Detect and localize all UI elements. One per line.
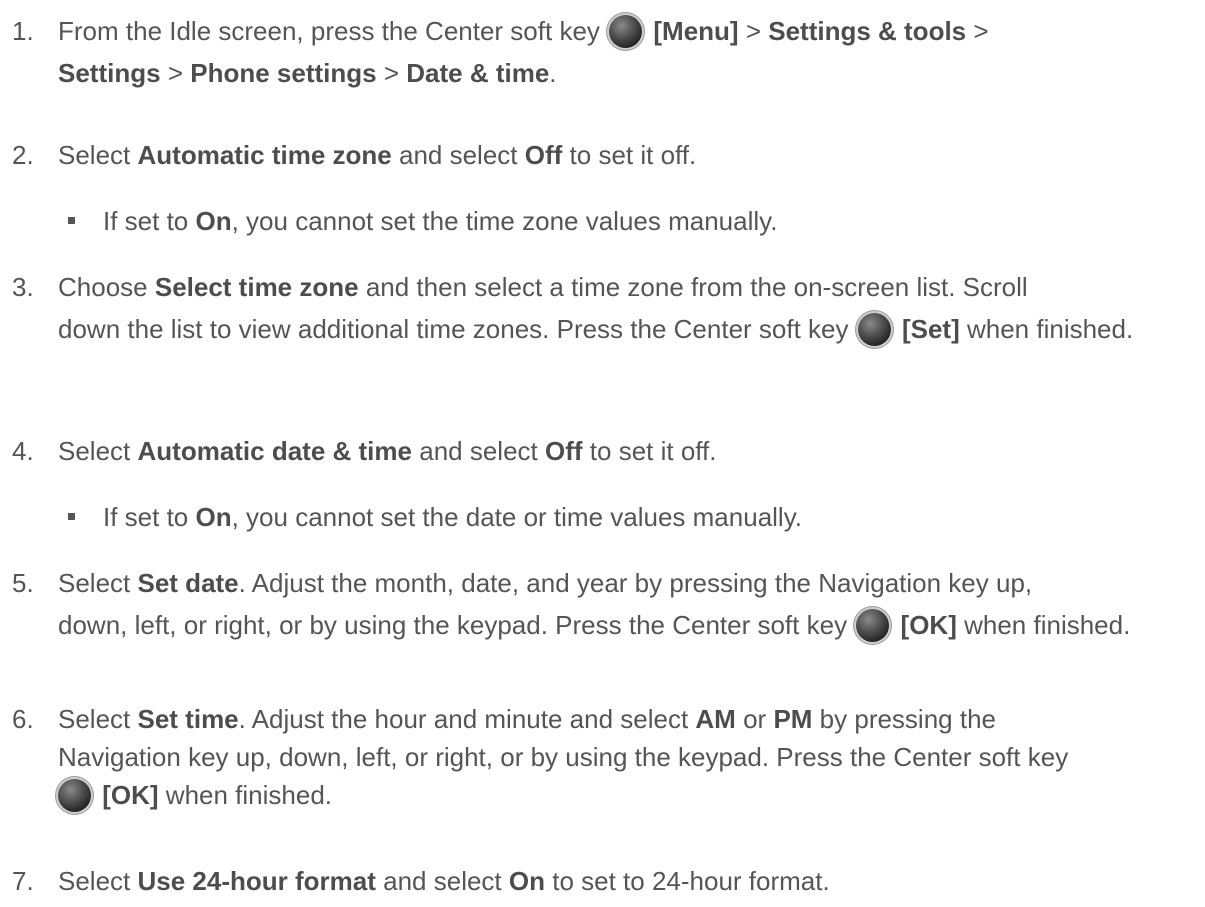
step-number: 3. <box>12 272 34 302</box>
menu-path-item: Settings & tools <box>768 16 967 46</box>
instructions-document: 1. From the Idle screen, press the Cente… <box>0 0 1205 907</box>
separator: > <box>383 58 400 88</box>
step-text: Select Automatic time zone and select Of… <box>58 134 1187 176</box>
option-name: Use 24-hour format <box>137 866 376 896</box>
option-value: PM <box>773 704 813 734</box>
option-name: Automatic time zone <box>137 140 392 170</box>
step-2: 2. Select Automatic time zone and select… <box>12 134 1187 176</box>
step-number: 7. <box>12 866 34 896</box>
text-segment: From the Idle screen, press the Center s… <box>58 16 600 46</box>
separator: > <box>745 16 761 46</box>
text-segment: . <box>549 58 557 88</box>
separator: > <box>973 16 989 46</box>
text-segment: Select <box>58 704 131 734</box>
text-segment: down the list to view additional time zo… <box>58 314 849 344</box>
text-segment: when finished. <box>165 780 333 810</box>
center-soft-key-icon <box>857 313 891 346</box>
step-3: 3. Choose Select time zone and then sele… <box>12 266 1187 350</box>
text-segment: Select <box>58 436 131 466</box>
text-segment: . Adjust the month, date, and year by pr… <box>238 568 1033 598</box>
menu-path-item: Phone settings <box>190 58 377 88</box>
menu-path-item: Date & time <box>406 58 550 88</box>
text-segment: , you cannot set the date or time values… <box>231 502 802 532</box>
key-label: [Set] <box>901 314 960 344</box>
step-text: Select Use 24-hour format and select On … <box>58 860 1187 902</box>
option-value: On <box>195 502 232 532</box>
text-segment: Navigation key up, down, left, or right,… <box>58 742 1069 772</box>
step-1: 1. From the Idle screen, press the Cente… <box>12 10 1187 94</box>
option-name: Automatic date & time <box>137 436 413 466</box>
text-segment: by pressing the <box>819 704 996 734</box>
step-number: 6. <box>12 704 34 734</box>
option-name: Set time <box>137 704 239 734</box>
text-segment: and select <box>398 140 518 170</box>
key-label: [OK] <box>102 780 159 810</box>
note-text: If set to On, you cannot set the date or… <box>103 496 1178 538</box>
option-value: AM <box>695 704 736 734</box>
option-name: Select time zone <box>154 272 359 302</box>
menu-path-item: Settings <box>58 58 161 88</box>
step-text: Select Set date. Adjust the month, date,… <box>58 562 1187 646</box>
text-segment: Select <box>58 866 131 896</box>
step-text: Choose Select time zone and then select … <box>58 266 1187 350</box>
center-soft-key-icon <box>856 609 890 642</box>
step-6: 6. Select Set time. Adjust the hour and … <box>12 700 1187 814</box>
separator: > <box>167 58 183 88</box>
text-segment: or <box>743 704 767 734</box>
text-segment: Select <box>58 568 131 598</box>
option-name: Set date <box>137 568 239 598</box>
step-number: 1. <box>12 16 34 46</box>
bullet-icon <box>68 217 75 224</box>
step-text: Select Set time. Adjust the hour and min… <box>58 700 1187 814</box>
text-segment: and select <box>419 436 538 466</box>
step-5: 5. Select Set date. Adjust the month, da… <box>12 562 1187 646</box>
note-text: If set to On, you cannot set the time zo… <box>103 200 1178 242</box>
step-4: 4. Select Automatic date & time and sele… <box>12 430 1187 472</box>
bullet-icon <box>68 513 75 520</box>
text-segment: down, left, or right, or by using the ke… <box>58 610 848 640</box>
text-segment: . Adjust the hour and minute and select <box>238 704 689 734</box>
option-value: On <box>195 206 232 236</box>
note-bullet-2: If set to On, you cannot set the date or… <box>68 496 1178 538</box>
key-label: [Menu] <box>653 16 739 46</box>
text-segment: If set to <box>103 206 189 236</box>
step-text: Select Automatic date & time and select … <box>58 430 1187 472</box>
note-bullet-1: If set to On, you cannot set the time zo… <box>68 200 1178 242</box>
text-segment: , you cannot set the time zone values ma… <box>231 206 778 236</box>
text-segment: Select <box>58 140 131 170</box>
text-segment: to set it off. <box>569 140 697 170</box>
key-label: [OK] <box>900 610 957 640</box>
option-value: Off <box>545 436 583 466</box>
step-number: 2. <box>12 140 34 170</box>
step-7: 7. Select Use 24-hour format and select … <box>12 860 1187 902</box>
step-text: From the Idle screen, press the Center s… <box>58 10 1187 94</box>
step-number: 4. <box>12 436 34 466</box>
step-number: 5. <box>12 568 34 598</box>
center-soft-key-icon <box>58 779 91 812</box>
text-segment: If set to <box>103 502 189 532</box>
text-segment: to set to 24-hour format. <box>552 866 830 896</box>
text-segment: Choose <box>58 272 148 302</box>
text-segment: and select <box>383 866 502 896</box>
center-soft-key-icon <box>609 15 643 48</box>
text-segment: to set it off. <box>589 436 717 466</box>
option-value: Off <box>524 140 563 170</box>
option-value: On <box>508 866 545 896</box>
text-segment: when finished. <box>966 314 1134 344</box>
text-segment: when finished. <box>964 610 1131 640</box>
text-segment: and then select a time zone from the on-… <box>365 272 1028 302</box>
